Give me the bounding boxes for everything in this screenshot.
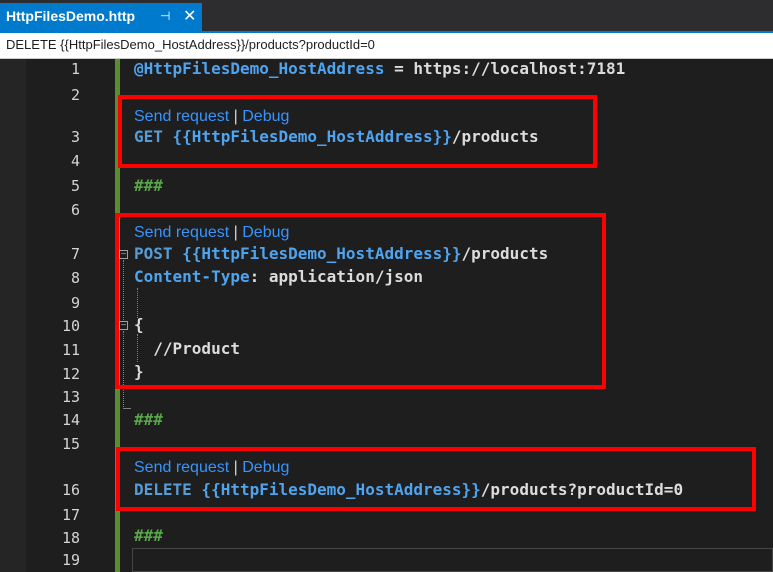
- line-number: 17: [61, 506, 80, 524]
- line-number: 5: [70, 177, 80, 195]
- tab-httpfilesdemo[interactable]: HttpFilesDemo.http ⊣ ✕: [0, 3, 202, 31]
- line-number: 13: [61, 388, 80, 406]
- line-number: 7: [70, 245, 80, 263]
- code-line-1[interactable]: @HttpFilesDemo_HostAddress = https://loc…: [134, 59, 625, 78]
- tab-bar: HttpFilesDemo.http ⊣ ✕: [0, 0, 773, 33]
- line-number: 18: [61, 529, 80, 547]
- code-line-5[interactable]: ###: [134, 176, 163, 195]
- highlight-box-get-request: [118, 95, 597, 168]
- code-line-14[interactable]: ###: [134, 410, 163, 429]
- editor-left-margin: [0, 59, 26, 572]
- host-variable-value: = https://localhost:7181: [384, 59, 626, 78]
- line-number: 12: [61, 365, 80, 383]
- line-number: 9: [70, 294, 80, 312]
- line-number: 2: [70, 86, 80, 104]
- host-variable-declaration: @HttpFilesDemo_HostAddress: [134, 59, 385, 78]
- line-number: 11: [61, 341, 80, 359]
- line-number: 19: [61, 551, 80, 569]
- line-number: 8: [70, 269, 80, 287]
- line-number: 1: [70, 60, 80, 78]
- highlight-box-delete-request: [116, 447, 756, 511]
- request-separator: ###: [134, 410, 163, 429]
- tab-title: HttpFilesDemo.http: [6, 8, 136, 24]
- current-line-highlight: [132, 548, 773, 572]
- request-separator: ###: [134, 176, 163, 195]
- line-number: 6: [70, 201, 80, 219]
- close-icon[interactable]: ✕: [183, 6, 196, 26]
- line-number: 4: [70, 152, 80, 170]
- request-separator: ###: [134, 526, 163, 545]
- line-number: 16: [61, 481, 80, 499]
- line-number: 10: [61, 317, 80, 335]
- fold-end-marker: [123, 408, 131, 409]
- pin-icon[interactable]: ⊣: [160, 9, 170, 23]
- line-number: 3: [70, 128, 80, 146]
- line-number: 14: [61, 411, 80, 429]
- line-number: 15: [61, 435, 80, 453]
- navigation-bar[interactable]: DELETE {{HttpFilesDemo_HostAddress}}/pro…: [0, 33, 773, 59]
- highlight-box-post-request: [115, 213, 606, 389]
- code-line-18[interactable]: ###: [134, 526, 163, 545]
- navigation-bar-text: DELETE {{HttpFilesDemo_HostAddress}}/pro…: [6, 37, 375, 52]
